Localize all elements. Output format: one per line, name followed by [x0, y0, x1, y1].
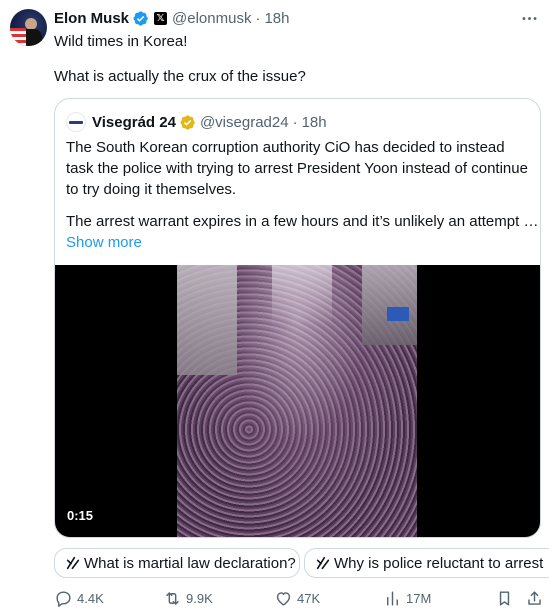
suggestion-label: What is martial law declaration?	[84, 554, 296, 572]
like-button[interactable]: 47K	[274, 588, 320, 608]
verified-badge-icon	[133, 10, 148, 26]
tweet-actions: 4.4K 9.9K 47K 17M	[54, 588, 541, 608]
grok-icon	[316, 556, 330, 570]
video-thumbnail	[177, 265, 417, 537]
quote-author-handle[interactable]: @visegrad24	[200, 114, 289, 131]
like-count: 47K	[297, 590, 321, 606]
quote-separator-dot: ·	[292, 113, 298, 131]
author-name[interactable]: Elon Musk	[54, 10, 129, 27]
grok-icon	[66, 556, 80, 570]
tweet-timestamp[interactable]: 18h	[264, 10, 289, 27]
video-road-glow	[272, 265, 332, 325]
reply-button[interactable]: 4.4K	[54, 588, 104, 608]
suggestion-label: Why is police reluctant to arrest	[334, 554, 544, 572]
flag-icon	[10, 28, 26, 46]
tweet-text-line1: Wild times in Korea!	[54, 33, 188, 50]
verified-gold-badge-icon	[180, 114, 195, 130]
bookmark-icon	[499, 590, 510, 606]
repost-count: 9.9K	[186, 590, 213, 606]
tweet[interactable]: Elon Musk 𝕏 @elonmusk · 18h Wild times i…	[0, 0, 549, 616]
heart-icon	[276, 591, 291, 606]
video-sign	[387, 307, 409, 321]
more-horizontal-icon[interactable]	[517, 8, 541, 28]
author-avatar[interactable]	[10, 9, 47, 46]
quote-header: Visegrád 24 @visegrad24 · 18h	[66, 112, 327, 132]
video-building-left	[177, 265, 237, 375]
quoted-tweet[interactable]: Visegrád 24 @visegrad24 · 18h The South …	[54, 98, 541, 538]
reply-icon	[56, 590, 71, 607]
quote-timestamp[interactable]: 18h	[302, 114, 327, 131]
author-handle[interactable]: @elonmusk	[172, 10, 251, 27]
x-affiliation-icon: 𝕏	[154, 11, 168, 25]
quote-author-name[interactable]: Visegrád 24	[92, 114, 176, 131]
suggestion-chip[interactable]: What is martial law declaration?	[54, 548, 300, 578]
video-duration: 0:15	[67, 508, 94, 523]
share-button[interactable]	[525, 588, 548, 608]
repost-icon	[166, 591, 179, 605]
quote-avatar[interactable]	[66, 112, 86, 132]
repost-button[interactable]: 9.9K	[163, 588, 213, 608]
video-building-right	[362, 265, 417, 345]
tweet-header: Elon Musk 𝕏 @elonmusk · 18h	[54, 8, 289, 28]
views-button[interactable]: 17M	[383, 588, 431, 608]
show-more-link[interactable]: Show more	[66, 232, 142, 253]
reply-count: 4.4K	[77, 590, 104, 606]
video-player[interactable]: 0:15	[55, 265, 540, 537]
quote-text-paragraph1: The South Korean corruption authority Ci…	[66, 139, 528, 198]
suggestion-chip[interactable]: Why is police reluctant to arrest	[304, 548, 549, 578]
tweet-text-line2: What is actually the crux of the issue?	[54, 68, 306, 85]
views-icon	[387, 590, 398, 606]
bookmark-button[interactable]	[495, 588, 518, 608]
share-icon	[528, 590, 541, 605]
view-count: 17M	[406, 590, 432, 606]
quote-text-paragraph2: The arrest warrant expires in a few hour…	[66, 213, 539, 230]
grok-suggestions: What is martial law declaration? Why is …	[54, 548, 549, 578]
separator-dot: ·	[255, 9, 261, 27]
